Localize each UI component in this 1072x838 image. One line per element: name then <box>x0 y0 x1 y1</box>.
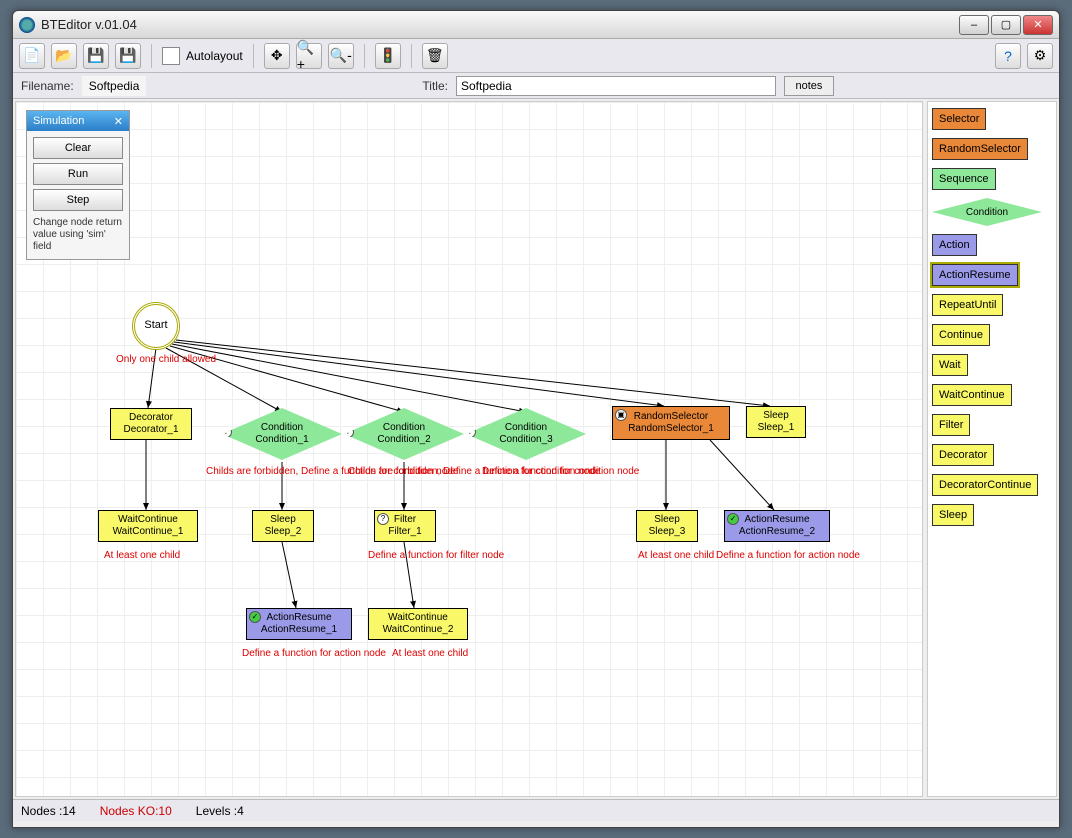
canvas[interactable]: Simulation ✕ Clear Run Step Change node … <box>15 101 923 797</box>
statusbar: Nodes :14 Nodes KO:10 Levels :4 <box>13 799 1059 821</box>
palette-filter[interactable]: Filter <box>932 414 970 436</box>
simulation-close-icon[interactable]: ✕ <box>114 115 123 128</box>
palette-sequence[interactable]: Sequence <box>932 168 996 190</box>
filename-label: Filename: <box>21 79 74 93</box>
palette-condition[interactable]: Condition <box>932 198 1042 226</box>
run-simulation-button[interactable]: 🚦 <box>375 43 401 69</box>
zoom-out-button[interactable]: 🔍- <box>328 43 354 69</box>
palette-action[interactable]: Action <box>932 234 977 256</box>
simulation-panel[interactable]: Simulation ✕ Clear Run Step Change node … <box>26 110 130 260</box>
condition2-node[interactable]: ConditionCondition_2 ? <box>344 408 464 460</box>
selector-icon: ▣ <box>615 409 627 421</box>
condition1-node[interactable]: ConditionCondition_1 ? <box>222 408 342 460</box>
separator <box>253 44 254 68</box>
window-title: BTEditor v.01.04 <box>41 17 137 32</box>
palette: Selector RandomSelector Sequence Conditi… <box>927 101 1057 797</box>
ok-icon: ✓ <box>249 611 261 623</box>
close-button[interactable]: ✕ <box>1023 15 1053 35</box>
sleep1-node[interactable]: SleepSleep_1 <box>746 406 806 438</box>
info-icon: ? <box>342 426 354 438</box>
info-icon: ? <box>464 426 476 438</box>
palette-wait[interactable]: Wait <box>932 354 968 376</box>
save-button[interactable]: 💾 <box>83 43 109 69</box>
palette-waitcontinue[interactable]: WaitContinue <box>932 384 1012 406</box>
palette-randomselector[interactable]: RandomSelector <box>932 138 1028 160</box>
app-icon <box>19 17 35 33</box>
randomselector-node[interactable]: ▣ RandomSelectorRandomSelector_1 <box>612 406 730 440</box>
palette-decorator[interactable]: Decorator <box>932 444 994 466</box>
toolbar: 📄 📂 💾 💾 Autolayout ✥ 🔍+ 🔍- 🚦 🗑 ? ⚙ <box>13 39 1059 73</box>
palette-sleep[interactable]: Sleep <box>932 504 974 526</box>
delete-button[interactable]: 🗑 <box>422 43 448 69</box>
error-text: Define a function for action node <box>716 550 860 561</box>
waitcontinue1-node[interactable]: WaitContinueWaitContinue_1 <box>98 510 198 542</box>
start-label: Start <box>144 319 167 332</box>
condition3-node[interactable]: ConditionCondition_3 ? <box>466 408 586 460</box>
palette-continue[interactable]: Continue <box>932 324 990 346</box>
separator <box>151 44 152 68</box>
titlebar[interactable]: BTEditor v.01.04 – ▢ ✕ <box>13 11 1059 39</box>
sim-note: Change node return value using 'sim' fie… <box>33 215 123 253</box>
decorator-node[interactable]: DecoratorDecorator_1 <box>110 408 192 440</box>
notes-button[interactable]: notes <box>784 76 834 96</box>
info-icon: ? <box>220 426 232 438</box>
settings-button[interactable]: ⚙ <box>1027 43 1053 69</box>
sim-step-button[interactable]: Step <box>33 189 123 211</box>
maximize-button[interactable]: ▢ <box>991 15 1021 35</box>
sleep3-node[interactable]: SleepSleep_3 <box>636 510 698 542</box>
info-icon: ? <box>377 513 389 525</box>
new-file-button[interactable]: 📄 <box>19 43 45 69</box>
open-file-button[interactable]: 📂 <box>51 43 77 69</box>
filename-value: Softpedia <box>82 76 147 96</box>
sim-run-button[interactable]: Run <box>33 163 123 185</box>
error-text: At least one child <box>638 550 714 561</box>
ok-icon: ✓ <box>727 513 739 525</box>
palette-selector[interactable]: Selector <box>932 108 986 130</box>
edges <box>16 102 922 796</box>
error-text: At least one child <box>104 550 180 561</box>
simulation-title: Simulation <box>33 115 84 127</box>
error-text: Define a function for action node <box>242 648 386 659</box>
error-text: At least one child <box>392 648 468 659</box>
error-text: Define a function for filter node <box>368 550 504 561</box>
waitcontinue2-node[interactable]: WaitContinueWaitContinue_2 <box>368 608 468 640</box>
filebar: Filename: Softpedia Title: notes <box>13 73 1059 99</box>
sleep2-node[interactable]: SleepSleep_2 <box>252 510 314 542</box>
sim-clear-button[interactable]: Clear <box>33 137 123 159</box>
help-button[interactable]: ? <box>995 43 1021 69</box>
title-label: Title: <box>422 79 448 93</box>
error-text: Only one child allowed <box>116 354 216 365</box>
app-window: BTEditor v.01.04 – ▢ ✕ 📄 📂 💾 💾 Autolayou… <box>12 10 1060 828</box>
zoom-in-button[interactable]: 🔍+ <box>296 43 322 69</box>
error-text: Define a function for condition node <box>482 466 639 477</box>
filter1-node[interactable]: ? FilterFilter_1 <box>374 510 436 542</box>
palette-actionresume[interactable]: ActionResume <box>932 264 1018 286</box>
actionresume1-node[interactable]: ✓ ActionResumeActionResume_1 <box>246 608 352 640</box>
autolayout-label: Autolayout <box>186 49 243 63</box>
autolayout-checkbox[interactable] <box>162 47 180 65</box>
move-tool-button[interactable]: ✥ <box>264 43 290 69</box>
start-node[interactable]: Start <box>132 302 180 350</box>
save-as-button[interactable]: 💾 <box>115 43 141 69</box>
actionresume2-node[interactable]: ✓ ActionResumeActionResume_2 <box>724 510 830 542</box>
title-input[interactable] <box>456 76 776 96</box>
separator <box>411 44 412 68</box>
palette-decoratorcontinue[interactable]: DecoratorContinue <box>932 474 1038 496</box>
separator <box>364 44 365 68</box>
minimize-button[interactable]: – <box>959 15 989 35</box>
palette-repeatuntil[interactable]: RepeatUntil <box>932 294 1003 316</box>
